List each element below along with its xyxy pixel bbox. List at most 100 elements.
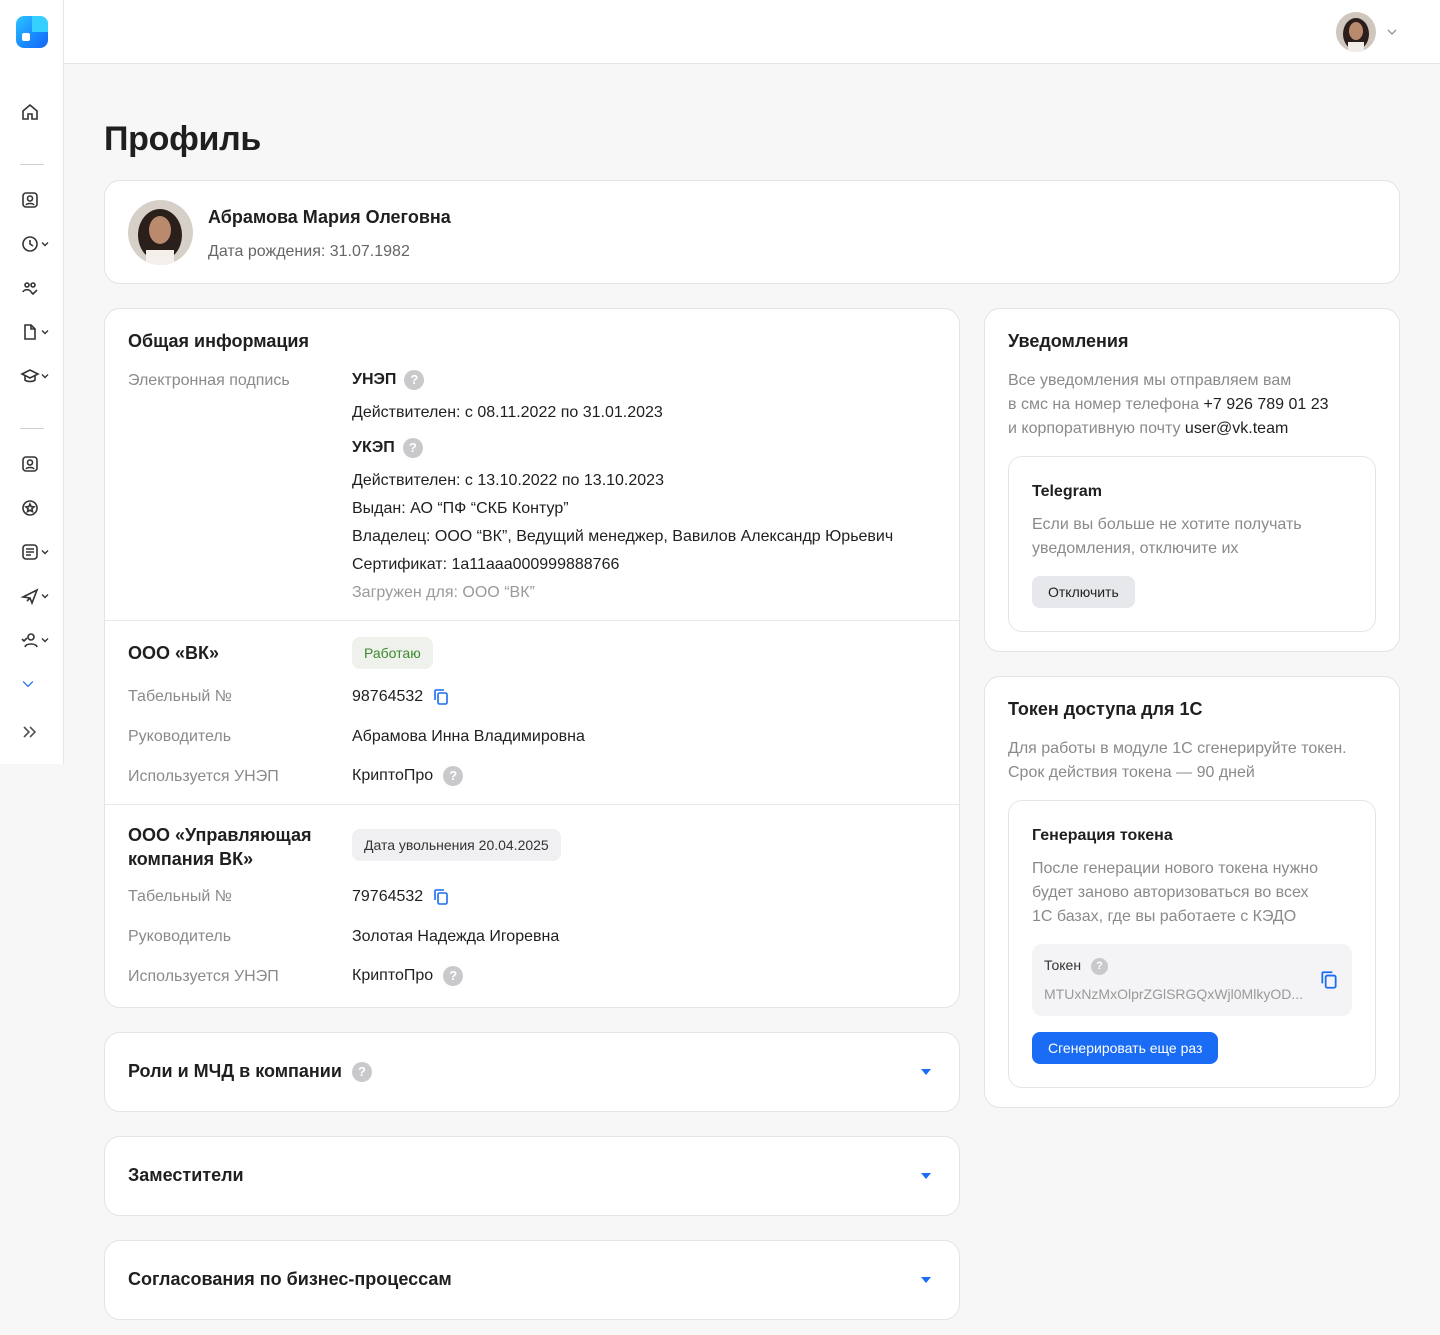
divider [105,620,959,621]
deputies-title: Заместители [128,1165,244,1185]
notifications-line: в смс на номер телефона +7 926 789 01 23 [1008,393,1329,417]
unep-used: КриптоПро? [352,966,464,986]
sidebar-divider [20,164,44,165]
token-generation-line: После генерации нового токена нужно [1032,860,1319,877]
telegram-title: Telegram [1032,483,1102,500]
chevron-down-icon [41,330,49,335]
sidebar-divider [20,428,44,429]
help-icon[interactable]: ? [443,766,464,786]
avatar [128,200,193,265]
chevron-down-icon [41,550,49,555]
document-icon[interactable] [20,320,52,344]
unep-used-label: Используется УНЭП [128,768,279,785]
caret-down-icon[interactable] [921,1277,931,1283]
notifications-line: и корпоративную почту user@vk.team [1008,417,1329,441]
ukep-title: УКЭП? [352,438,423,458]
manager-label: Руководитель [128,728,232,745]
unep-name: УНЭП [352,371,397,389]
company-name: ООО «Управляющая компания ВК» [128,823,311,871]
chevron-down-icon [41,638,49,643]
roles-title: Роли и МЧД в компании? [128,1061,372,1083]
token-generation-title: Генерация токена [1032,827,1173,844]
profile-dob: Дата рождения: 31.07.1982 [208,243,410,260]
ukep-issued: Выдан: АО “ПФ “СКБ Контур” [352,500,569,517]
notifications-text: Все уведомления мы отправляем вам в смс … [1008,369,1329,441]
top-bar [64,0,1440,64]
copy-icon[interactable] [1320,970,1338,990]
tab-number-label: Табельный № [128,688,232,705]
unep-used-label: Используется УНЭП [128,968,279,985]
ukep-loaded: Загружен для: ООО “ВК” [352,584,535,601]
approvals-section[interactable]: Согласования по бизнес-процессам [104,1240,960,1320]
unep-used: КриптоПро? [352,766,464,786]
ukep-valid: Действителен: с 13.10.2022 по 13.10.2023 [352,472,664,489]
copy-icon[interactable] [433,688,449,706]
education-icon[interactable] [20,364,52,388]
roles-section[interactable]: Роли и МЧД в компании? [104,1032,960,1112]
ukep-cert: Сертификат: 1a11aaa000999888766 [352,556,620,573]
caret-down-icon[interactable] [921,1069,931,1075]
team-icon[interactable] [20,276,52,300]
tab-number-label: Табельный № [128,888,232,905]
chevron-down-icon[interactable] [1386,27,1398,37]
ukep-name: УКЭП [352,439,395,457]
help-icon[interactable]: ? [1091,957,1109,975]
app-logo[interactable] [16,16,48,48]
profile-name: Абрамова Мария Олеговна [208,207,451,227]
approvals-title: Согласования по бизнес-процессам [128,1269,452,1289]
help-icon[interactable]: ? [404,370,425,390]
roles-title-text: Роли и МЧД в компании [128,1061,342,1081]
general-info-card: Общая информация Электронная подпись УНЭ… [104,308,960,1008]
status-badge: Работаю [352,637,433,669]
tab-number-value: 79764532 [352,888,424,906]
esign-label: Электронная подпись [128,372,290,389]
list-icon[interactable] [20,540,52,564]
expand-sidebar-icon[interactable] [20,720,52,744]
home-icon[interactable] [20,100,52,124]
user-avatar[interactable] [1336,12,1376,52]
sidebar [0,0,64,764]
notifications-title: Уведомления [1008,331,1129,351]
token-title: Токен доступа для 1С [1008,699,1203,719]
tab-number: 98764532 [352,688,449,706]
phone-prefix: в смс на номер телефона [1008,396,1204,413]
token-field: Токен? MTUxNzMxOlprZGlSRGQxWjl0MlkyOD... [1032,944,1352,1016]
user-check-icon[interactable] [20,628,52,652]
regenerate-token-button[interactable]: Сгенерировать еще раз [1032,1032,1219,1064]
chevron-down-icon [41,374,49,379]
help-icon[interactable]: ? [402,438,423,458]
copy-icon[interactable] [433,888,449,906]
dismissal-badge: Дата увольнения 20.04.2025 [352,829,561,861]
contacts-icon[interactable] [20,188,52,212]
chevron-down-icon [41,242,49,247]
telegram-card: Telegram Если вы больше не хотите получа… [1008,456,1376,632]
token-card: Токен доступа для 1С Для работы в модуле… [984,676,1400,1108]
profile-icon[interactable] [20,452,52,476]
plane-icon[interactable] [20,584,52,608]
star-badge-icon[interactable] [20,496,52,520]
token-generation-text: После генерации нового токена нужно буде… [1032,857,1318,929]
help-icon[interactable]: ? [351,1062,372,1083]
token-text-line: Для работы в модуле 1С сгенерируйте токе… [1008,740,1347,757]
telegram-text-line: Если вы больше не хотите получать [1032,516,1302,533]
email-address: user@vk.team [1184,420,1289,437]
company-name-line: компания ВК» [128,849,254,869]
history-icon[interactable] [20,232,52,256]
disable-telegram-button[interactable]: Отключить [1032,576,1135,608]
token-text-line: Срок действия токена — 90 дней [1008,764,1255,781]
notifications-card: Уведомления Все уведомления мы отправляе… [984,308,1400,652]
deputies-section[interactable]: Заместители [104,1136,960,1216]
email-prefix: и корпоративную почту [1008,420,1185,437]
manager-label: Руководитель [128,928,232,945]
divider [105,804,959,805]
company-name-line: ООО «Управляющая [128,825,312,845]
tab-number-value: 98764532 [352,688,424,706]
caret-down-icon[interactable] [921,1173,931,1179]
more-chevron-icon[interactable] [20,672,52,696]
unep-valid: Действителен: с 08.11.2022 по 31.01.2023 [352,404,663,421]
token-generation-line: будет заново авторизоваться во всех [1032,884,1309,901]
telegram-text-line: уведомления, отключите их [1032,540,1239,557]
unep-title: УНЭП? [352,370,425,390]
token-value: MTUxNzMxOlprZGlSRGQxWjl0MlkyOD... [1044,986,1303,1002]
help-icon[interactable]: ? [443,966,464,986]
